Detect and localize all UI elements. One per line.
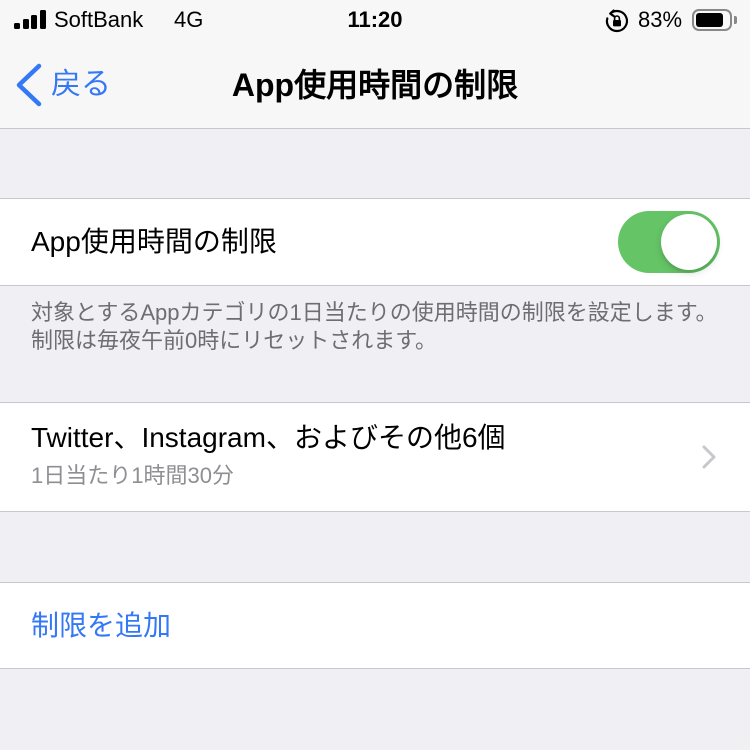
add-limit-button[interactable]: 制限を追加 [0,582,750,669]
toggle-knob [661,214,717,270]
app-limits-toggle[interactable] [618,211,720,273]
rotation-lock-icon [605,9,629,33]
limit-time-subtitle: 1日当たり1時間30分 [31,463,234,488]
battery-nub [734,16,737,24]
battery-fill [696,13,723,27]
signal-bar [22,19,29,29]
signal-bar [39,10,46,29]
network-type: 4G [174,7,204,32]
app-limits-toggle-row: App使用時間の制限 [0,198,750,286]
battery-icon [692,9,732,31]
signal-icon [14,10,48,29]
limit-apps-title: Twitter、Instagram、およびその他6個 [31,422,506,453]
status-time: 11:20 [347,7,403,32]
add-limit-label[interactable]: 制限を追加 [31,608,171,644]
signal-bar [14,23,20,29]
back-button-label[interactable]: 戻る [51,63,111,107]
signal-bar [31,15,37,29]
back-button[interactable]: 戻る [12,62,111,108]
section-footer: 対象とするAppカテゴリの1日当たりの使用時間の制限を設定します。制限は毎夜午前… [31,300,718,353]
status-bar: SoftBank 4G 11:20 83% [0,0,750,42]
navigation-bar: 戻る App使用時間の制限 [0,42,750,128]
page-title: App使用時間の制限 [231,67,519,103]
header: SoftBank 4G 11:20 83% 戻る App使用時間の制限 [0,0,750,129]
chevron-left-icon[interactable] [12,63,42,107]
chevron-right-icon [702,445,716,469]
battery-percentage: 83% [638,7,683,32]
limit-list-item[interactable]: Twitter、Instagram、およびその他6個 1日当たり1時間30分 [0,402,750,512]
carrier-name: SoftBank [54,7,144,32]
app-limits-toggle-label: App使用時間の制限 [31,226,277,257]
